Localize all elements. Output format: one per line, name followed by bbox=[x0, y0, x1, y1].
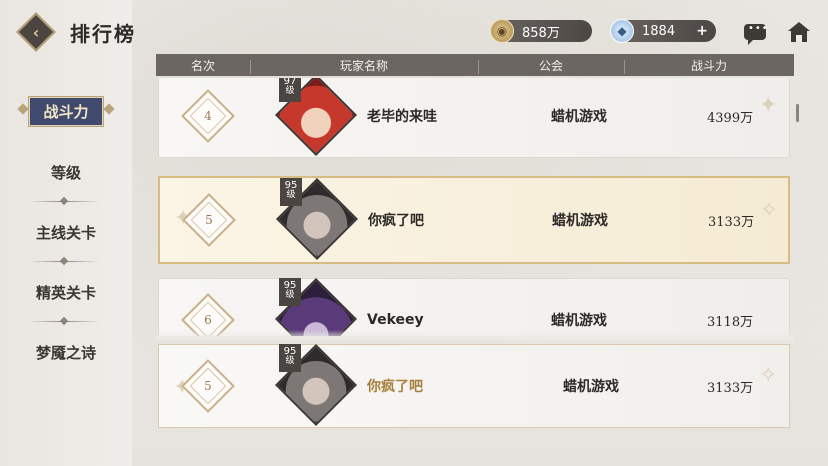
sidebar-item-main-stage[interactable]: 主线关卡 bbox=[0, 202, 132, 262]
level-badge: 97 级 bbox=[279, 78, 301, 102]
player-name: Vekeey bbox=[367, 312, 424, 328]
guild-name: 蜡机游戏 bbox=[551, 109, 607, 125]
home-icon bbox=[788, 22, 810, 42]
sparkle-icon: ✦ bbox=[759, 93, 778, 118]
table-row[interactable]: ✦ 5 95 级 你疯了吧 蜡机游戏 3133万 ✧ bbox=[158, 176, 790, 264]
guild-name: 蜡机游戏 bbox=[551, 313, 607, 329]
list-fade bbox=[156, 330, 794, 340]
sidebar-item-label: 主线关卡 bbox=[35, 223, 96, 242]
column-rank: 名次 bbox=[190, 58, 215, 73]
add-gem-button[interactable]: + bbox=[696, 23, 708, 39]
diamond-gem-icon: ◆ bbox=[610, 19, 634, 43]
sparkle-icon: ✧ bbox=[760, 198, 779, 223]
sidebar-item-level[interactable]: 等级 bbox=[0, 142, 132, 202]
power-value: 4399万 bbox=[707, 110, 754, 126]
sidebar-item-label: 战斗力 bbox=[28, 95, 104, 127]
guild-name: 蜡机游戏 bbox=[563, 379, 619, 395]
power-value: 3118万 bbox=[707, 314, 754, 330]
power-value: 3133万 bbox=[708, 214, 755, 230]
back-button[interactable]: ‹ bbox=[16, 12, 56, 52]
level-badge: 95 级 bbox=[279, 344, 301, 372]
player-name: 你疯了吧 bbox=[368, 213, 424, 229]
chat-button[interactable]: ••• bbox=[742, 20, 768, 45]
sidebar-item-label: 梦魇之诗 bbox=[35, 343, 96, 362]
rank-number: 4 bbox=[204, 109, 212, 123]
page-title: 排行榜 bbox=[70, 22, 136, 46]
gold-coin-icon: ◉ bbox=[490, 19, 514, 43]
my-rank-row[interactable]: ✦ 5 95 级 你疯了吧 蜡机游戏 3133万 ✧ bbox=[158, 343, 790, 428]
avatar[interactable]: 95 级 bbox=[275, 177, 359, 261]
sidebar-item-label: 等级 bbox=[50, 163, 81, 182]
table-row[interactable]: 4 97 级 老毕的来哇 蜡机游戏 4399万 ✦ bbox=[158, 78, 790, 158]
gem-currency: ◆ 1884 + bbox=[610, 19, 716, 43]
table-row[interactable]: 6 95 级 Vekeey 蜡机游戏 3118万 bbox=[158, 277, 790, 336]
sidebar-item-nightmare-poem[interactable]: 梦魇之诗 bbox=[0, 322, 132, 382]
gem-value: 1884 bbox=[642, 23, 676, 39]
sidebar-item-power[interactable]: 战斗力 bbox=[0, 95, 132, 127]
column-power: 战斗力 bbox=[624, 57, 794, 74]
player-name: 你疯了吧 bbox=[367, 379, 423, 395]
sidebar: 战斗力 等级 主线关卡 精英关卡 梦魇之诗 bbox=[0, 95, 132, 382]
home-button[interactable] bbox=[786, 20, 812, 44]
ranking-list[interactable]: 4 97 级 老毕的来哇 蜡机游戏 4399万 ✦ ✦ 5 95 级 你疯了吧 … bbox=[156, 78, 794, 336]
sparkle-icon: ✧ bbox=[759, 363, 778, 388]
player-name: 老毕的来哇 bbox=[367, 109, 437, 125]
level-badge: 95 级 bbox=[280, 178, 302, 206]
table-header: 名次 玩家名称 公会 战斗力 bbox=[156, 54, 794, 76]
sidebar-item-elite-stage[interactable]: 精英关卡 bbox=[0, 262, 132, 322]
gold-currency: ◉ 858万 bbox=[490, 19, 592, 43]
rank-number: 5 bbox=[204, 379, 212, 393]
column-player-name: 玩家名称 bbox=[250, 57, 478, 74]
avatar[interactable]: 95 级 bbox=[274, 277, 358, 336]
guild-name: 蜡机游戏 bbox=[552, 213, 608, 229]
power-value: 3133万 bbox=[707, 380, 754, 396]
gold-value: 858万 bbox=[522, 25, 560, 41]
sidebar-item-label: 精英关卡 bbox=[35, 283, 96, 302]
rank-number: 5 bbox=[205, 213, 213, 227]
level-badge: 95 级 bbox=[279, 278, 301, 306]
scrollbar[interactable] bbox=[796, 104, 799, 122]
avatar[interactable]: 95 级 bbox=[274, 343, 358, 427]
column-guild: 公会 bbox=[478, 57, 624, 74]
rank-number: 6 bbox=[204, 313, 212, 327]
chat-bubble-icon: ••• bbox=[744, 23, 768, 45]
avatar[interactable]: 97 级 bbox=[274, 78, 358, 157]
